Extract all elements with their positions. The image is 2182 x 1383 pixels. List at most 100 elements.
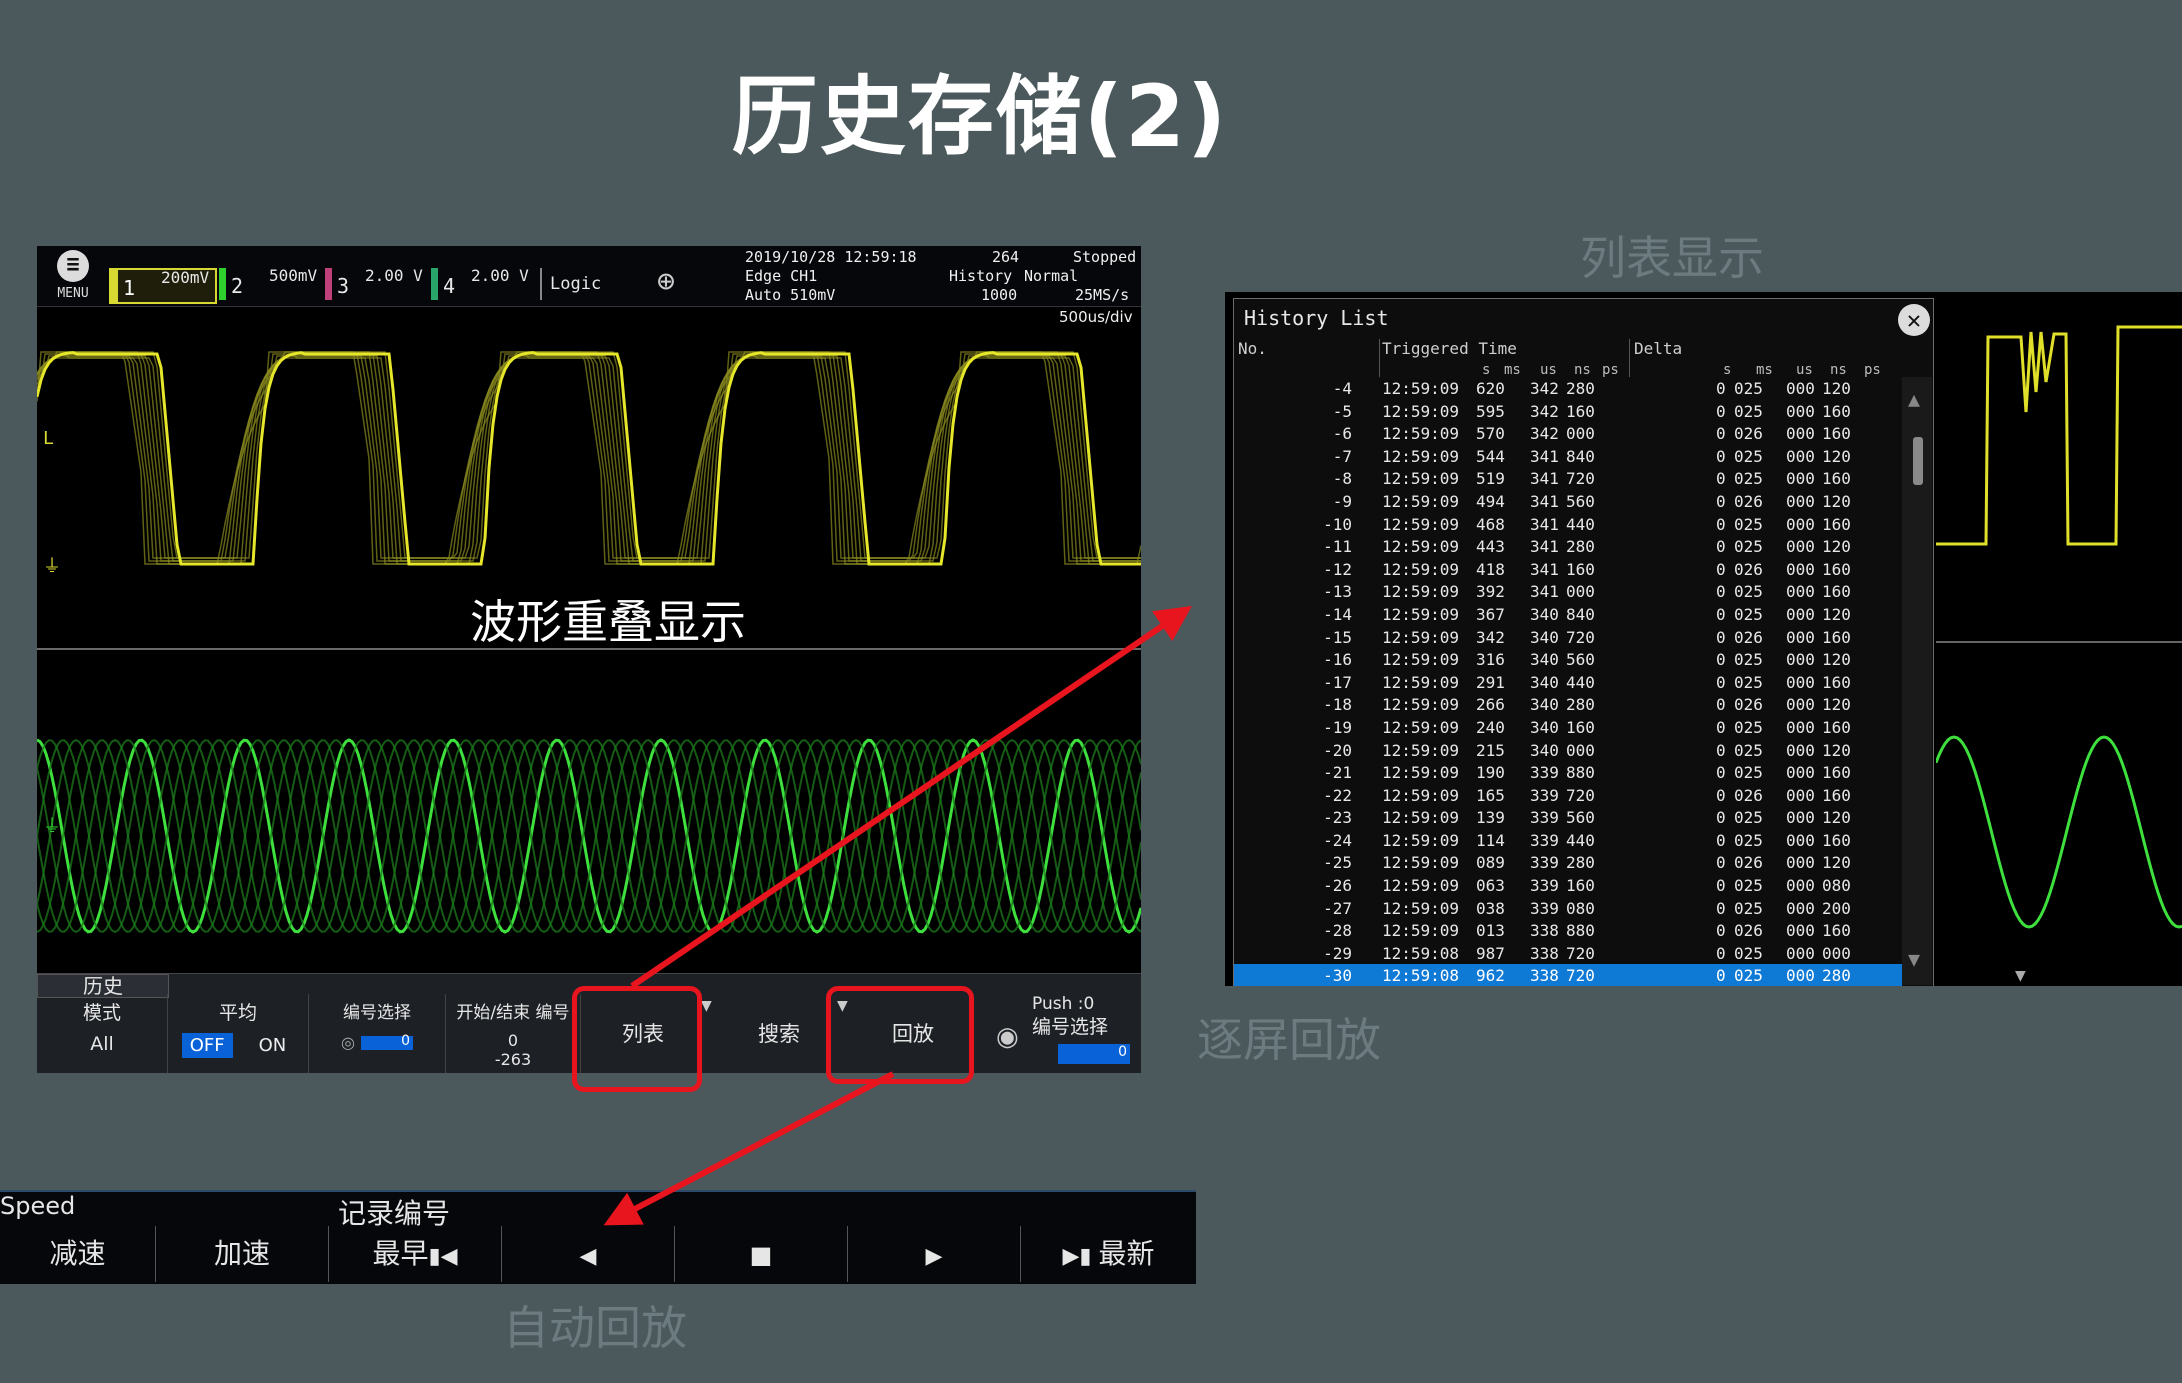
start-end-softkey[interactable]: 开始/结束 编号 0 -263 xyxy=(446,994,581,1073)
table-row[interactable]: -8 12:59:09 519 341 720 0 025 000 160 xyxy=(1234,467,1902,490)
cell-d-us: 000 xyxy=(1786,943,1815,963)
table-row[interactable]: -12 12:59:09 418 341 160 0 026 000 160 xyxy=(1234,558,1902,581)
number-select-slider-2[interactable]: 0 xyxy=(1058,1044,1130,1064)
table-row[interactable]: -11 12:59:09 443 341 280 0 025 000 120 xyxy=(1234,535,1902,558)
cell-us: 342 xyxy=(1530,424,1559,444)
history-list-title: History List xyxy=(1244,306,1389,330)
table-row[interactable]: -10 12:59:09 468 341 440 0 025 000 160 xyxy=(1234,513,1902,536)
cell-d-us: 000 xyxy=(1786,830,1815,850)
table-row[interactable]: -14 12:59:09 367 340 840 0 025 000 120 xyxy=(1234,603,1902,626)
cell-ns: 720 xyxy=(1566,469,1595,489)
cell-d-us: 000 xyxy=(1786,966,1815,986)
mode-label: 模式 xyxy=(82,1002,121,1024)
scroll-thumb[interactable] xyxy=(1913,437,1923,485)
cell-us: 338 xyxy=(1530,943,1559,963)
cell-ns: 000 xyxy=(1566,740,1595,760)
table-row[interactable]: -29 12:59:08 987 338 720 0 025 000 000 xyxy=(1234,942,1902,965)
cell-us: 340 xyxy=(1530,672,1559,692)
cell-no: -22 xyxy=(1323,785,1352,805)
table-row[interactable]: -9 12:59:09 494 341 560 0 026 000 120 xyxy=(1234,490,1902,513)
cell-ms: 089 xyxy=(1476,853,1505,873)
table-row[interactable]: -27 12:59:09 038 339 080 0 025 000 200 xyxy=(1234,897,1902,920)
cell-us: 339 xyxy=(1530,808,1559,828)
step-back-button[interactable]: ◀ xyxy=(502,1226,675,1282)
cell-ns: 440 xyxy=(1566,672,1595,692)
slow-down-button[interactable]: 减速 xyxy=(0,1226,156,1282)
cell-ns: 080 xyxy=(1566,898,1595,918)
table-row[interactable]: -26 12:59:09 063 339 160 0 025 000 080 xyxy=(1234,874,1902,897)
table-row[interactable]: -15 12:59:09 342 340 720 0 026 000 160 xyxy=(1234,626,1902,649)
table-row[interactable]: -6 12:59:09 570 342 000 0 026 000 160 xyxy=(1234,422,1902,445)
mode-softkey[interactable]: 模式 All xyxy=(37,994,168,1073)
average-on-button[interactable]: ON xyxy=(251,1033,295,1058)
play-button[interactable]: ▶ xyxy=(848,1226,1021,1282)
table-row[interactable]: -13 12:59:09 392 341 000 0 025 000 160 xyxy=(1234,580,1902,603)
cell-d-ms: 025 xyxy=(1734,582,1763,602)
table-row[interactable]: -28 12:59:09 013 338 880 0 026 000 160 xyxy=(1234,919,1902,942)
cell-no: -21 xyxy=(1323,763,1352,783)
average-off-button[interactable]: OFF xyxy=(181,1033,233,1058)
cell-d-us: 000 xyxy=(1786,514,1815,534)
cell-d-us: 000 xyxy=(1786,582,1815,602)
cell-d-ms: 025 xyxy=(1734,876,1763,896)
table-row[interactable]: -23 12:59:09 139 339 560 0 025 000 120 xyxy=(1234,806,1902,829)
number-select-slider[interactable]: 0 xyxy=(361,1033,413,1050)
push-number-select-softkey[interactable]: ◉ Push :0 编号选择 0 xyxy=(992,994,1141,1073)
push-label: Push :0 xyxy=(1032,994,1094,1014)
stop-button[interactable]: ■ xyxy=(675,1226,848,1282)
number-select-softkey[interactable]: 编号选择 ◎ 0 xyxy=(309,994,446,1073)
cell-d-ns: 120 xyxy=(1822,853,1851,873)
caption-screen-playback: 逐屏回放 xyxy=(1197,1013,1381,1067)
cell-d-ms: 025 xyxy=(1734,717,1763,737)
cell-d-s: 0 xyxy=(1716,582,1726,602)
cell-d-s: 0 xyxy=(1716,537,1726,557)
close-icon[interactable]: ✕ xyxy=(1898,304,1930,336)
table-row[interactable]: -19 12:59:09 240 340 160 0 025 000 160 xyxy=(1234,716,1902,739)
skip-first-icon: ▮◀ xyxy=(428,1244,458,1269)
table-row[interactable]: -20 12:59:09 215 340 000 0 025 000 120 xyxy=(1234,739,1902,762)
table-row[interactable]: -5 12:59:09 595 342 160 0 025 000 160 xyxy=(1234,400,1902,423)
cell-us: 340 xyxy=(1530,740,1559,760)
ch1-trace xyxy=(37,351,1141,562)
ch2-trace xyxy=(37,738,1141,934)
table-row[interactable]: -30 12:59:08 962 338 720 0 025 000 280 xyxy=(1234,964,1902,986)
start-number: 0 xyxy=(507,1031,519,1050)
cell-ns: 160 xyxy=(1566,559,1595,579)
average-label: 平均 xyxy=(218,1002,257,1024)
table-row[interactable]: -7 12:59:09 544 341 840 0 025 000 120 xyxy=(1234,445,1902,468)
table-row[interactable]: -17 12:59:09 291 340 440 0 025 000 160 xyxy=(1234,671,1902,694)
cell-time: 12:59:09 xyxy=(1382,537,1460,557)
average-softkey[interactable]: 平均 OFF ON xyxy=(168,994,309,1073)
table-row[interactable]: -22 12:59:09 165 339 720 0 026 000 160 xyxy=(1234,784,1902,807)
latest-button[interactable]: ▶▮ 最新 xyxy=(1021,1226,1196,1282)
table-row[interactable]: -18 12:59:09 266 340 280 0 026 000 120 xyxy=(1234,693,1902,716)
cell-d-ms: 025 xyxy=(1734,763,1763,783)
cell-no: -26 xyxy=(1323,876,1352,896)
speed-up-button[interactable]: 加速 xyxy=(156,1226,329,1282)
scroll-up-icon[interactable]: ▲ xyxy=(1908,387,1920,411)
cell-d-ns: 120 xyxy=(1822,537,1851,557)
scroll-down-icon[interactable]: ▼ xyxy=(1908,947,1920,971)
history-list-scrollbar[interactable]: ▲ ▼ xyxy=(1902,377,1932,985)
cell-d-ms: 026 xyxy=(1734,491,1763,511)
cell-ns: 000 xyxy=(1566,424,1595,444)
table-row[interactable]: -24 12:59:09 114 339 440 0 025 000 160 xyxy=(1234,829,1902,852)
push-text: Push xyxy=(1032,994,1073,1014)
history-list-dialog: History List ✕ No. Triggered Time Delta … xyxy=(1233,298,1934,986)
cell-time: 12:59:09 xyxy=(1382,876,1460,896)
cell-us: 341 xyxy=(1530,537,1559,557)
cell-d-ms: 025 xyxy=(1734,469,1763,489)
table-row[interactable]: -16 12:59:09 316 340 560 0 025 000 120 xyxy=(1234,648,1902,671)
table-row[interactable]: -4 12:59:09 620 342 280 0 025 000 120 xyxy=(1234,377,1902,400)
cell-d-ns: 120 xyxy=(1822,446,1851,466)
table-row[interactable]: -25 12:59:09 089 339 280 0 026 000 120 xyxy=(1234,851,1902,874)
cell-d-s: 0 xyxy=(1716,695,1726,715)
cell-d-us: 000 xyxy=(1786,740,1815,760)
cell-time: 12:59:09 xyxy=(1382,491,1460,511)
earliest-button[interactable]: 最早▮◀ xyxy=(329,1226,502,1282)
cell-time: 12:59:09 xyxy=(1382,559,1460,579)
cell-d-ns: 120 xyxy=(1822,379,1851,398)
cell-us: 340 xyxy=(1530,695,1559,715)
table-row[interactable]: -21 12:59:09 190 339 880 0 025 000 160 xyxy=(1234,761,1902,784)
cell-ns: 560 xyxy=(1566,808,1595,828)
